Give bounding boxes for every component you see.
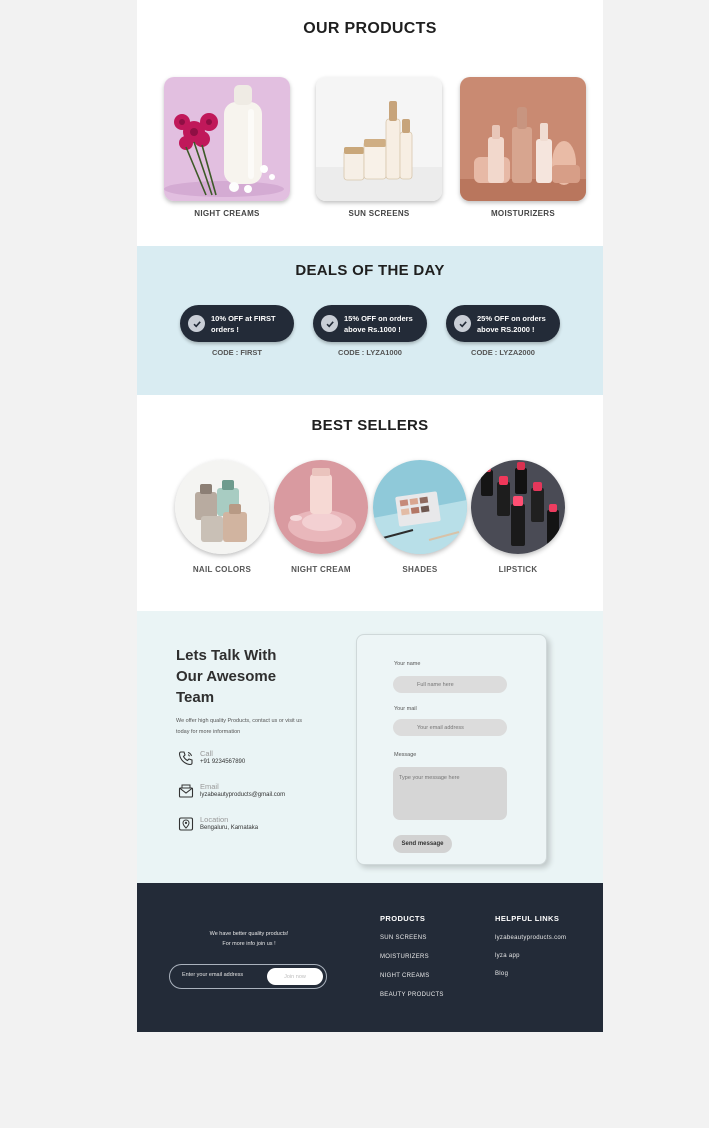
best-seller-label: SHADES (402, 565, 438, 574)
contact-description: We offer high quality Products, contact … (176, 718, 303, 735)
footer-link[interactable]: MOISTURIZERS (380, 954, 444, 960)
product-card-night-creams[interactable]: NIGHT CREAMS (164, 77, 290, 218)
contact-location: Location Bengaluru, Karnataka (178, 815, 258, 833)
mail-label: Your mail (394, 706, 417, 712)
night-creams-image (164, 77, 290, 201)
message-textarea[interactable] (393, 767, 507, 820)
mail-input[interactable] (393, 719, 507, 736)
deals-section: DEALS OF THE DAY 10% OFF at FIRST orders… (137, 246, 603, 395)
deal-code: CODE : LYZA1000 (338, 348, 402, 357)
sun-screens-image (316, 77, 442, 201)
best-seller-label: NIGHT CREAM (291, 565, 351, 574)
join-now-button[interactable]: Join now (267, 968, 323, 985)
footer-link[interactable]: Blog (495, 971, 566, 977)
best-seller-nail-colors[interactable]: NAIL COLORS (175, 460, 269, 574)
page: OUR PRODUCTS NIGHT CREAMS SUN SCREENS MO… (137, 0, 603, 1032)
product-label: MOISTURIZERS (490, 209, 556, 218)
best-seller-shades[interactable]: SHADES (373, 460, 467, 574)
name-input[interactable] (393, 676, 507, 693)
send-message-button[interactable]: Send message (393, 835, 452, 853)
best-seller-label: LIPSTICK (498, 565, 538, 574)
shades-image (373, 460, 467, 554)
footer: We have better quality products! For mor… (137, 883, 603, 1032)
subscribe-email-input[interactable]: Enter your email address (182, 972, 243, 978)
products-title: OUR PRODUCTS (303, 20, 437, 37)
deal-card[interactable]: 10% OFF at FIRST orders ! CODE : FIRST (180, 305, 294, 357)
deal-card[interactable]: 25% OFF on orders above RS.2000 ! CODE :… (446, 305, 560, 357)
product-card-moisturizers[interactable]: MOISTURIZERS (460, 77, 586, 218)
contact-section: Lets Talk With Our Awesome Team We offer… (137, 611, 603, 883)
footer-products-heading: PRODUCTS (380, 914, 426, 923)
location-label: Location (200, 815, 229, 824)
footer-link[interactable]: lyza app (495, 953, 566, 959)
contact-form: Your name Your mail Message Send message (356, 634, 547, 865)
location-value: Bengaluru, Karnataka (200, 825, 259, 831)
check-icon (188, 315, 205, 332)
footer-helpful-heading: HELPFUL LINKS (495, 914, 560, 923)
best-seller-night-cream[interactable]: NIGHT CREAM (274, 460, 368, 574)
best-sellers-title: BEST SELLERS (311, 417, 429, 434)
message-label: Message (394, 752, 417, 758)
deal-pill[interactable]: 15% OFF on orders above Rs.1000 ! (313, 305, 427, 342)
footer-link[interactable]: BEAUTY PRODUCTS (380, 992, 444, 998)
deal-pill[interactable]: 10% OFF at FIRST orders ! (180, 305, 294, 342)
deal-text: 25% OFF on orders above RS.2000 ! (477, 313, 546, 334)
mail-icon (178, 784, 194, 798)
deal-code: CODE : LYZA2000 (471, 348, 535, 357)
name-label: Your name (394, 661, 421, 667)
contact-email: Email lyzabeautyproducts@gmail.com (178, 782, 285, 800)
check-icon (321, 315, 338, 332)
products-section: OUR PRODUCTS NIGHT CREAMS SUN SCREENS MO… (137, 0, 603, 246)
lipstick-image (471, 460, 565, 554)
contact-heading: Lets Talk With Our Awesome Team (176, 647, 277, 706)
deal-code: CODE : FIRST (212, 348, 262, 357)
footer-helpful-column: HELPFUL LINKS lyzabeautyproducts.com lyz… (495, 914, 566, 977)
contact-call: Call +91 9234567890 (178, 749, 245, 767)
product-label: NIGHT CREAMS (194, 209, 260, 218)
night-cream-image (274, 460, 368, 554)
deal-pill[interactable]: 25% OFF on orders above RS.2000 ! (446, 305, 560, 342)
footer-products-column: PRODUCTS SUN SCREENS MOISTURIZERS NIGHT … (380, 914, 444, 998)
deals-title: DEALS OF THE DAY (295, 262, 445, 279)
product-card-sun-screens[interactable]: SUN SCREENS (316, 77, 442, 218)
footer-link[interactable]: SUN SCREENS (380, 935, 444, 941)
nail-colors-image (175, 460, 269, 554)
call-label: Call (200, 749, 213, 758)
location-icon (178, 817, 194, 831)
phone-icon (178, 751, 193, 766)
deal-text: 10% OFF at FIRST orders ! (211, 313, 276, 334)
best-seller-label: NAIL COLORS (192, 565, 252, 574)
footer-link[interactable]: lyzabeautyproducts.com (495, 935, 566, 941)
email-label: Email (200, 782, 219, 791)
best-sellers-section: BEST SELLERS NAIL COLORS NIGHT CREAM SHA… (137, 395, 603, 611)
best-seller-lipstick[interactable]: LIPSTICK (471, 460, 565, 574)
subscribe-box: Enter your email address Join now (169, 964, 327, 989)
call-value[interactable]: +91 9234567890 (200, 758, 245, 767)
deal-text: 15% OFF on orders above Rs.1000 ! (344, 313, 413, 334)
product-label: SUN SCREENS (348, 209, 410, 218)
moisturizers-image (460, 77, 586, 201)
deal-card[interactable]: 15% OFF on orders above Rs.1000 ! CODE :… (313, 305, 427, 357)
footer-tagline: We have better quality products! For mor… (209, 931, 289, 947)
email-value[interactable]: lyzabeautyproducts@gmail.com (200, 791, 285, 800)
check-icon (454, 315, 471, 332)
footer-link[interactable]: NIGHT CREAMS (380, 973, 444, 979)
